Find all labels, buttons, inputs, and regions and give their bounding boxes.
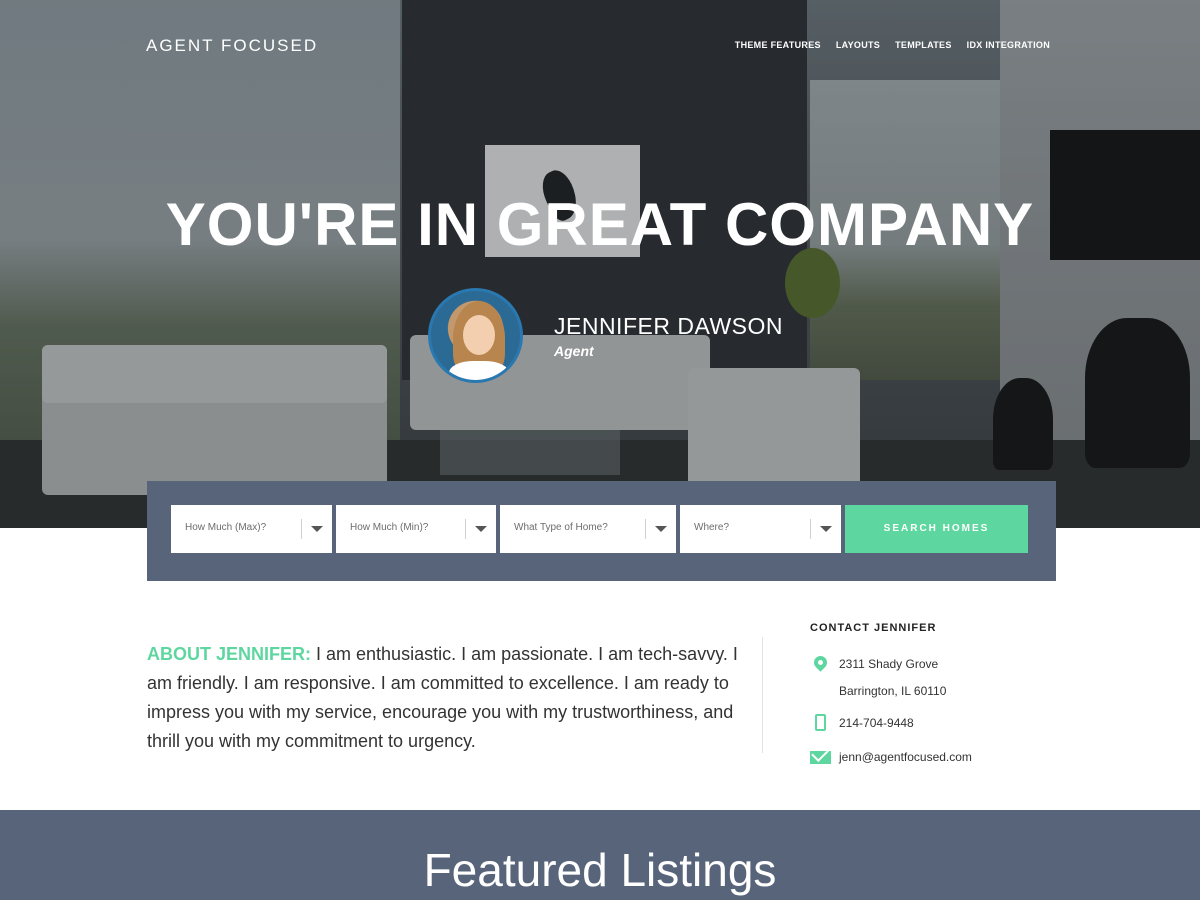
hero-overlay — [0, 0, 1200, 528]
contact-title: CONTACT JENNIFER — [810, 622, 937, 634]
agent-name: JENNIFER DAWSON — [554, 313, 783, 339]
location-label: Where? — [694, 522, 730, 533]
about-lead: ABOUT JENNIFER: — [147, 644, 312, 664]
max-price-select[interactable]: How Much (Max)? — [171, 505, 332, 553]
site-logo[interactable]: AGENT FOCUSED — [146, 36, 318, 56]
agent-title: Agent — [554, 343, 594, 359]
home-type-label: What Type of Home? — [514, 522, 608, 533]
max-price-label: How Much (Max)? — [185, 522, 267, 533]
select-divider — [465, 519, 466, 539]
phone-icon — [815, 714, 826, 731]
contact-address-line2: Barrington, IL 60110 — [839, 684, 947, 698]
hero-banner — [0, 0, 1200, 528]
contact-phone[interactable]: 214-704-9448 — [839, 716, 914, 730]
agent-avatar — [428, 288, 523, 383]
home-type-select[interactable]: What Type of Home? — [500, 505, 676, 553]
contact-email[interactable]: jenn@agentfocused.com — [839, 750, 972, 764]
chevron-down-icon — [655, 526, 667, 532]
search-homes-button[interactable]: SEARCH HOMES — [845, 505, 1028, 553]
map-pin-icon — [811, 653, 830, 672]
chevron-down-icon — [475, 526, 487, 532]
nav-theme-features[interactable]: THEME FEATURES — [735, 40, 821, 50]
main-nav: THEME FEATURES LAYOUTS TEMPLATES IDX INT… — [735, 40, 1050, 50]
location-select[interactable]: Where? — [680, 505, 841, 553]
min-price-select[interactable]: How Much (Min)? — [336, 505, 496, 553]
select-divider — [810, 519, 811, 539]
about-paragraph: ABOUT JENNIFER: I am enthusiastic. I am … — [147, 640, 742, 756]
nav-templates[interactable]: TEMPLATES — [895, 40, 952, 50]
nav-idx-integration[interactable]: IDX INTEGRATION — [967, 40, 1050, 50]
email-icon — [810, 751, 831, 764]
featured-listings-title: Featured Listings — [423, 844, 777, 896]
search-bar: How Much (Max)? How Much (Min)? What Typ… — [147, 481, 1056, 581]
hero-headline: YOU'RE IN GREAT COMPANY — [165, 191, 1035, 258]
avatar-face — [463, 315, 495, 355]
contact-address-line1: 2311 Shady Grove — [839, 657, 939, 671]
select-divider — [645, 519, 646, 539]
nav-layouts[interactable]: LAYOUTS — [836, 40, 880, 50]
chevron-down-icon — [820, 526, 832, 532]
avatar-shirt — [449, 361, 509, 380]
min-price-label: How Much (Min)? — [350, 522, 429, 533]
select-divider — [301, 519, 302, 539]
chevron-down-icon — [311, 526, 323, 532]
section-divider — [762, 637, 763, 753]
